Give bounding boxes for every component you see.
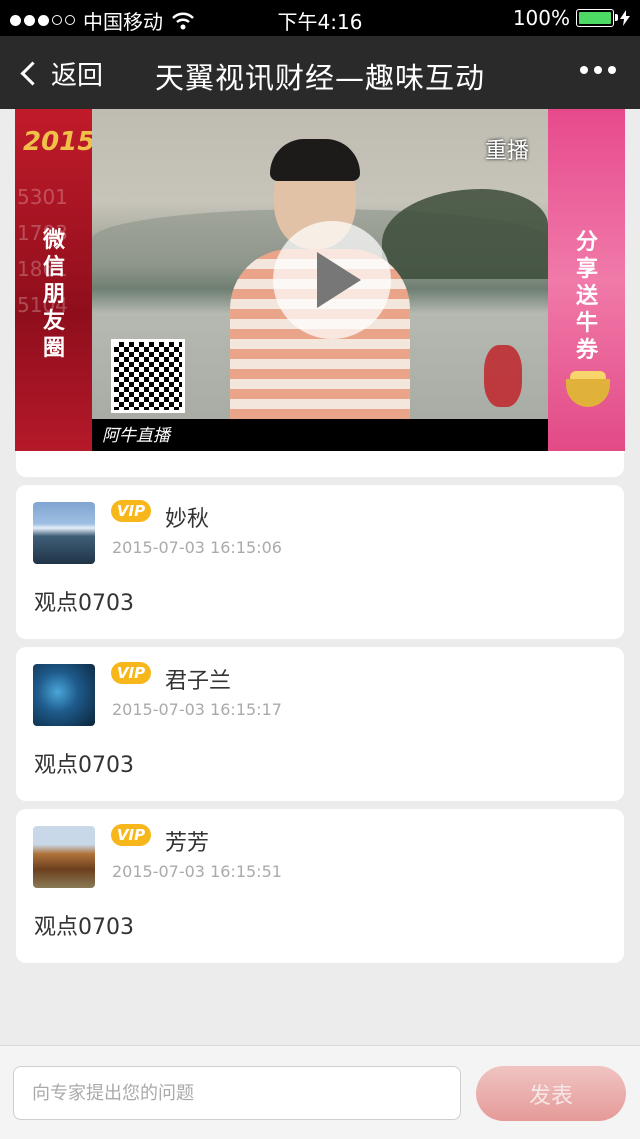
post-timestamp: 2015-07-03 16:15:51	[112, 862, 282, 881]
right-banner-text: 分享送牛券	[575, 230, 598, 363]
post-timestamp: 2015-07-03 16:15:06	[112, 538, 282, 557]
replay-label[interactable]: 重播	[485, 133, 529, 165]
message-card: VIP 君子兰 2015-07-03 16:15:17 观点0703	[16, 647, 624, 801]
navigation-bar: 返回 天翼视讯财经—趣味互动	[0, 36, 640, 109]
message-card: VIP 妙秋 2015-07-03 16:15:06 观点0703	[16, 485, 624, 639]
page-title: 天翼视讯财经—趣味互动	[154, 61, 485, 95]
question-input[interactable]	[13, 1066, 461, 1120]
user-name: 妙秋	[165, 507, 210, 532]
post-content: 观点0703	[34, 591, 134, 616]
post-timestamp: 2015-07-03 16:15:17	[112, 700, 282, 719]
vip-badge: VIP	[111, 500, 151, 522]
right-promo-banner: 分享送牛券	[548, 109, 625, 451]
status-bar: 中国移动 下午4:16 100%	[0, 0, 640, 36]
video-player[interactable]: 5301 1703 1861 5104 2015 微信朋友圈 重播 分享送牛券 阿牛直…	[15, 109, 625, 451]
avatar[interactable]	[33, 664, 95, 726]
charging-bolt-icon	[620, 10, 630, 26]
more-options-button[interactable]	[580, 66, 616, 74]
send-button[interactable]: 发表	[476, 1066, 626, 1121]
composer-bar: 发表	[0, 1045, 640, 1139]
message-card: VIP 芳芳 2015-07-03 16:15:51 观点0703	[16, 809, 624, 963]
more-dots-icon	[580, 66, 588, 74]
vip-badge: VIP	[111, 824, 151, 846]
left-banner-text: 微信朋友圈	[42, 228, 65, 361]
vip-badge: VIP	[111, 662, 151, 684]
battery-percentage: 100%	[512, 6, 570, 30]
play-button-icon[interactable]	[273, 221, 391, 339]
treasure-bowl-icon	[566, 379, 610, 407]
avatar[interactable]	[33, 502, 95, 564]
left-promo-banner: 5301 1703 1861 5104 2015 微信朋友圈	[15, 109, 96, 451]
year-logo: 2015	[23, 127, 96, 157]
signature-text: 阿牛直播	[102, 426, 170, 446]
seal-stamp-icon	[484, 345, 522, 407]
post-content: 观点0703	[34, 915, 134, 940]
user-name: 芳芳	[165, 831, 210, 856]
user-name: 君子兰	[165, 669, 232, 694]
video-caption-strip: 阿牛直播	[92, 419, 548, 451]
qr-code-icon	[111, 339, 185, 413]
avatar[interactable]	[33, 826, 95, 888]
battery-icon	[576, 9, 618, 27]
post-content: 观点0703	[34, 753, 134, 778]
